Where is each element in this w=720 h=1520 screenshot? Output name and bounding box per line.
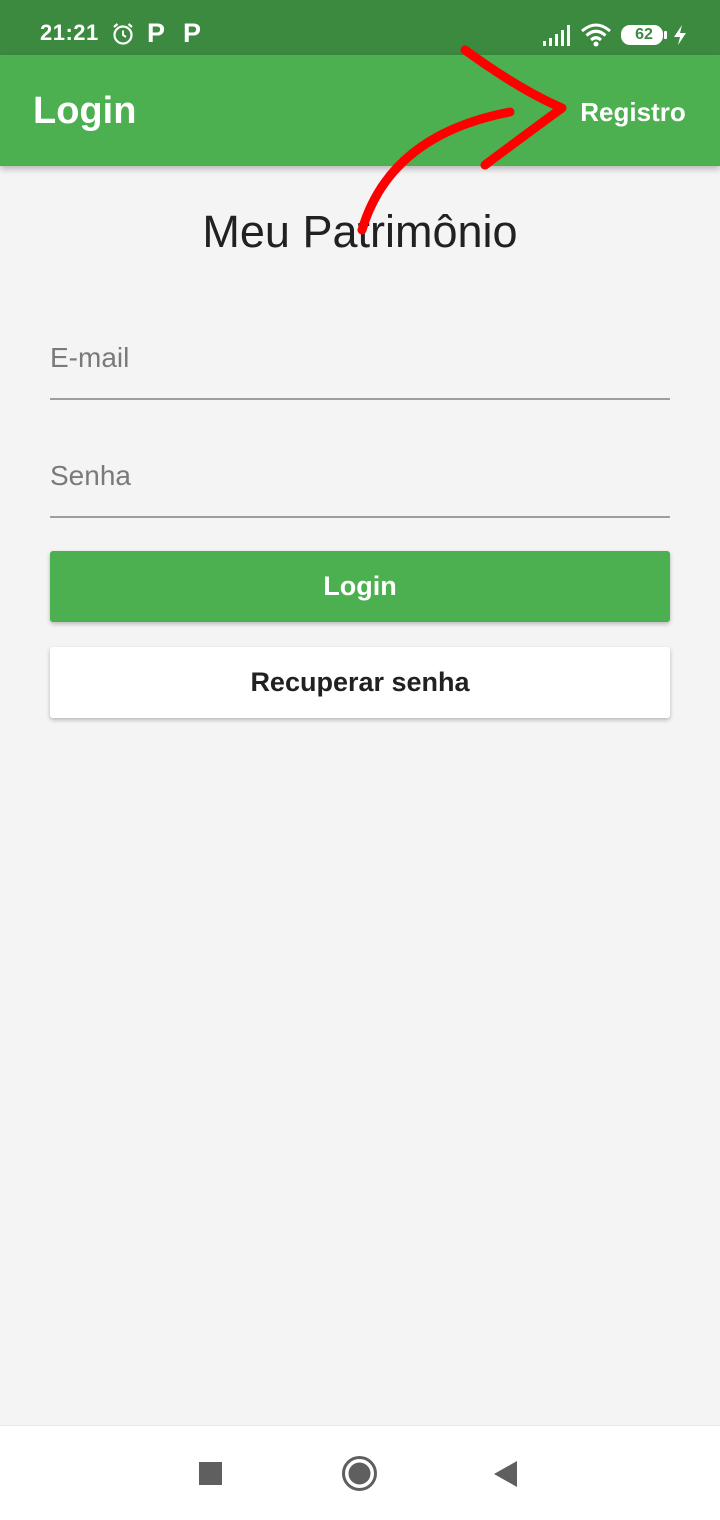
login-button[interactable]: Login [50, 551, 670, 622]
app-title: Login [33, 90, 137, 132]
back-icon[interactable] [493, 1460, 518, 1488]
email-input[interactable] [50, 338, 670, 378]
register-button[interactable]: Registro [568, 90, 698, 134]
recents-icon[interactable] [199, 1462, 222, 1485]
email-field [50, 320, 670, 400]
password-input[interactable] [50, 456, 670, 496]
alarm-icon [113, 23, 133, 45]
bolt-icon [674, 25, 686, 45]
p-icon: P [183, 18, 202, 48]
p-icon: P [147, 18, 166, 48]
app-bar: Login Registro [0, 55, 720, 166]
status-bar: 21:21 P P 62 [0, 0, 720, 55]
home-icon[interactable] [341, 1455, 378, 1492]
recover-password-button[interactable]: Recuperar senha [50, 647, 670, 718]
navigation-bar [0, 1425, 720, 1520]
battery-level: 62 [635, 26, 653, 43]
status-time: 21:21 [40, 20, 99, 45]
login-screen: 21:21 P P 62 Login Registro Meu Patrimôn… [0, 0, 720, 1520]
password-field [50, 438, 670, 518]
signal-icon [543, 25, 570, 46]
page-heading: Meu Patrimônio [202, 206, 518, 257]
wifi-icon [581, 23, 611, 47]
